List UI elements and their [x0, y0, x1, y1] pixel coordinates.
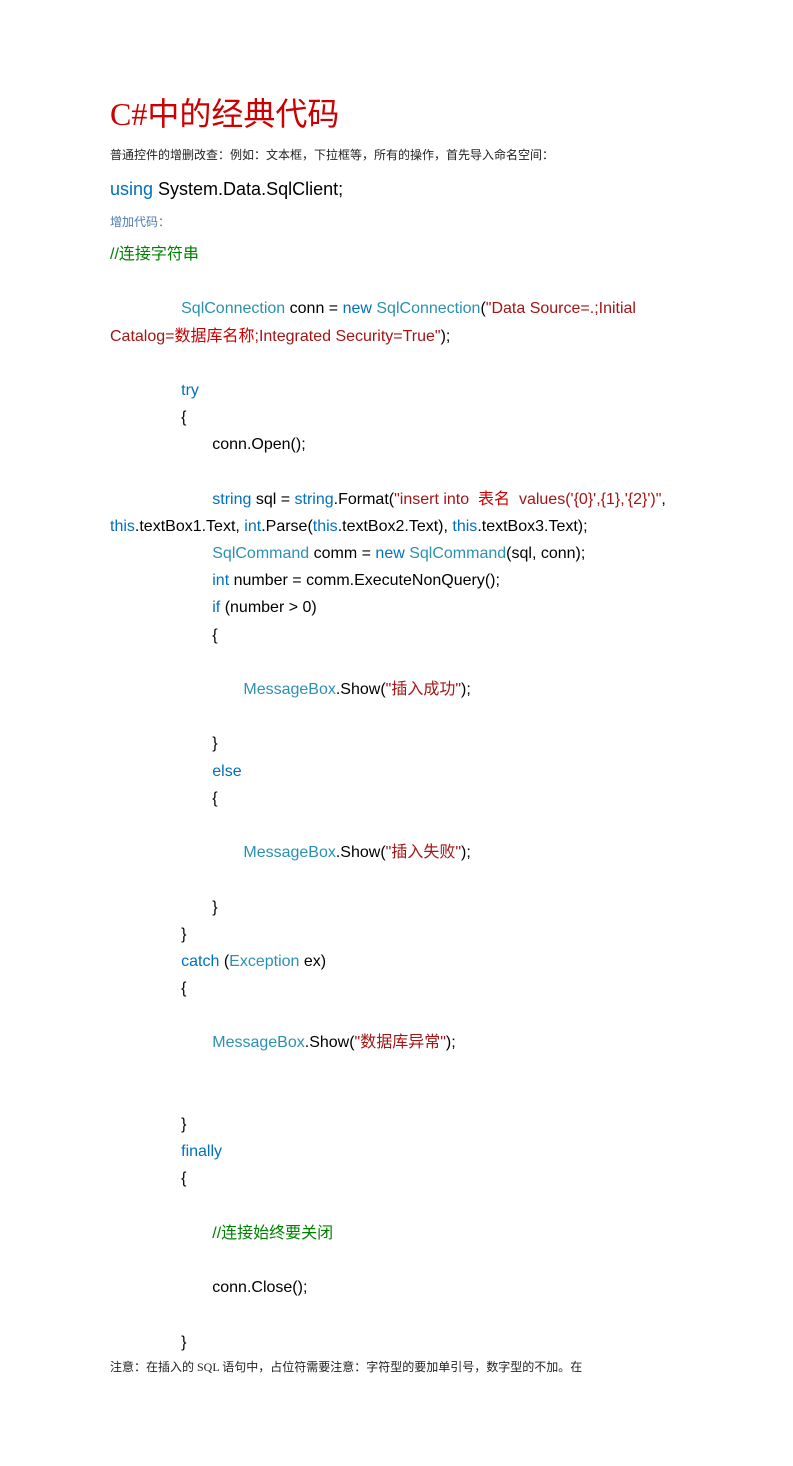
code-block: //连接字符串 SqlConnection conn = new SqlConn…	[110, 241, 683, 1356]
keyword: this	[452, 518, 477, 535]
keyword: new	[343, 300, 372, 317]
brace: }	[212, 899, 217, 916]
text: ,	[661, 491, 670, 508]
text: conn =	[285, 300, 342, 317]
keyword: int	[244, 518, 261, 535]
text: (sql, conn);	[506, 545, 585, 562]
keyword: string	[295, 491, 334, 508]
string: "insert into	[394, 491, 474, 508]
placeholder: 表名	[474, 491, 515, 508]
type: SqlCommand	[212, 545, 309, 562]
namespace-text: System.Data.SqlClient;	[153, 179, 343, 199]
text: .Show(	[305, 1034, 355, 1051]
text: comm =	[309, 545, 375, 562]
text: (number > 0)	[220, 599, 316, 616]
brace: }	[181, 1334, 186, 1351]
type: SqlConnection	[372, 300, 481, 317]
keyword: try	[181, 382, 199, 399]
brace: }	[181, 1116, 186, 1133]
text: );	[461, 844, 471, 861]
keyword: this	[313, 518, 338, 535]
text: (	[219, 953, 229, 970]
keyword: int	[212, 572, 229, 589]
keyword: new	[375, 545, 404, 562]
placeholder: 数据库名称	[175, 328, 255, 345]
keyword-using: using	[110, 179, 153, 199]
keyword: string	[212, 491, 251, 508]
keyword: catch	[181, 953, 219, 970]
text: );	[446, 1034, 456, 1051]
string: "插入失败"	[386, 844, 461, 861]
section-add-label: 增加代码：	[110, 213, 683, 231]
text: .Format(	[334, 491, 394, 508]
text: conn.Close();	[212, 1279, 307, 1296]
type: MessageBox	[243, 844, 336, 861]
text: .Parse(	[261, 518, 313, 535]
text: .textBox3.Text);	[477, 518, 587, 535]
brace: }	[181, 926, 186, 943]
keyword: else	[212, 763, 241, 780]
brace: }	[212, 735, 217, 752]
brace: {	[181, 980, 186, 997]
type: Exception	[229, 953, 299, 970]
text: .textBox1.Text,	[135, 518, 244, 535]
string: "数据库异常"	[355, 1034, 446, 1051]
type: MessageBox	[212, 1034, 305, 1051]
using-statement: using System.Data.SqlClient;	[110, 176, 683, 203]
keyword: this	[110, 518, 135, 535]
brace: {	[181, 1170, 186, 1187]
type: SqlCommand	[405, 545, 506, 562]
type: SqlConnection	[181, 300, 285, 317]
keyword: finally	[181, 1143, 222, 1160]
text: .textBox2.Text),	[338, 518, 453, 535]
text: conn.Open();	[212, 436, 305, 453]
text: );	[461, 681, 471, 698]
brace: {	[181, 409, 186, 426]
string: "插入成功"	[386, 681, 461, 698]
text: );	[441, 328, 451, 345]
string: ;Integrated Security=True"	[255, 328, 441, 345]
brace: {	[212, 790, 217, 807]
brace: {	[212, 627, 217, 644]
string: values('{0}',{1},'{2}')"	[515, 491, 662, 508]
doc-note: 注意：在插入的 SQL 语句中，占位符需要注意：字符型的要加单引号，数字型的不加…	[110, 1358, 683, 1376]
text: sql =	[251, 491, 294, 508]
text: .Show(	[336, 681, 386, 698]
type: MessageBox	[243, 681, 336, 698]
doc-intro: 普通控件的增删改查：例如：文本框，下拉框等，所有的操作，首先导入命名空间：	[110, 146, 683, 164]
comment: //连接始终要关闭	[212, 1225, 333, 1242]
text: ex)	[299, 953, 326, 970]
doc-title: C#中的经典代码	[110, 90, 683, 138]
text: .Show(	[336, 844, 386, 861]
text: number = comm.ExecuteNonQuery();	[229, 572, 500, 589]
comment: //连接字符串	[110, 246, 199, 263]
